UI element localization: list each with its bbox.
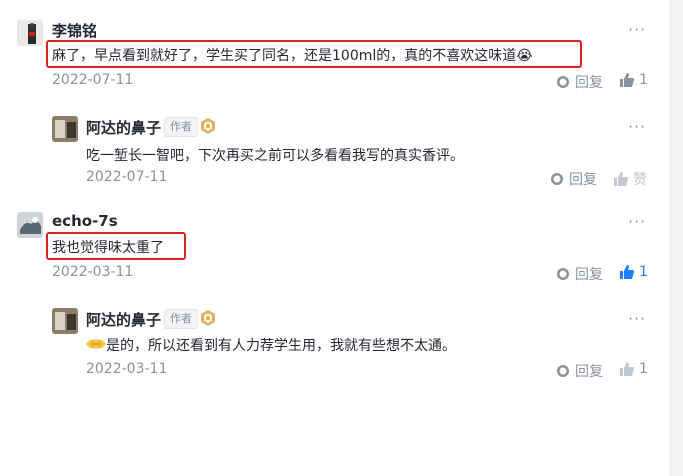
comment-author[interactable]: echo-7s <box>52 212 118 230</box>
avatar[interactable] <box>17 20 43 46</box>
reply-button[interactable]: 回复 <box>556 361 603 381</box>
reply-date: 2022-03-11 <box>86 361 168 377</box>
avatar-image-icon <box>17 20 43 46</box>
scrollbar-track[interactable] <box>669 0 683 476</box>
comment-author[interactable]: 李锦铭 <box>52 20 97 41</box>
comment-date: 2022-07-11 <box>52 72 134 88</box>
like-count: 1 <box>639 361 648 377</box>
comment-bubble-icon <box>557 268 569 280</box>
avatar[interactable] <box>52 308 78 334</box>
like-button[interactable]: 1 <box>620 361 648 377</box>
more-options-icon[interactable]: ··· <box>628 20 646 39</box>
thumbs-up-icon <box>620 73 634 87</box>
reply-date: 2022-07-11 <box>86 169 168 185</box>
more-options-icon[interactable]: ··· <box>628 117 646 136</box>
avatar-image-icon <box>52 308 78 334</box>
reply-label: 回复 <box>575 267 603 283</box>
like-label: 赞 <box>633 172 647 188</box>
author-tag: 作者 <box>164 117 198 137</box>
more-options-icon[interactable]: ··· <box>628 212 646 231</box>
like-button[interactable]: 1 <box>620 264 648 280</box>
comment-bubble-icon <box>557 365 569 377</box>
like-count: 1 <box>639 264 648 280</box>
reply-label: 回复 <box>575 364 603 380</box>
reply-button[interactable]: 回复 <box>550 169 597 189</box>
reply-text: 是的，所以还看到有人力荐学生用，我就有些想不太通。 <box>106 338 456 354</box>
like-count: 1 <box>639 72 648 88</box>
reply-label: 回复 <box>569 172 597 188</box>
handshake-emoji-icon <box>86 339 106 349</box>
avatar-image-icon <box>52 116 78 142</box>
reply-button[interactable]: 回复 <box>556 264 603 284</box>
level-badge-icon <box>201 118 215 134</box>
more-options-icon[interactable]: ··· <box>628 309 646 328</box>
comment-bubble-icon <box>557 76 569 88</box>
reply-label: 回复 <box>575 75 603 91</box>
comment-text: 麻了，早点看到就好了，学生买了同名，还是100ml的，真的不喜欢这味道😭 <box>52 48 533 64</box>
comment-date: 2022-03-11 <box>52 264 134 280</box>
comment-text: 我也觉得味太重了 <box>52 240 164 256</box>
author-tag: 作者 <box>164 309 198 329</box>
comment-bubble-icon <box>551 173 563 185</box>
avatar-image-icon <box>17 212 43 238</box>
thumbs-up-icon <box>620 265 634 279</box>
reply-author[interactable]: 阿达的鼻子 <box>86 309 161 330</box>
thumbs-up-icon <box>620 362 634 376</box>
reply-text: 吃一堑长一智吧，下次再买之前可以多看看我写的真实香评。 <box>86 148 464 164</box>
like-button[interactable]: 1 <box>620 72 648 88</box>
avatar[interactable] <box>17 212 43 238</box>
reply-author[interactable]: 阿达的鼻子 <box>86 117 161 138</box>
level-badge-icon <box>201 310 215 326</box>
like-button[interactable]: 赞 <box>614 169 647 189</box>
avatar[interactable] <box>52 116 78 142</box>
thumbs-up-icon <box>614 172 628 186</box>
reply-button[interactable]: 回复 <box>556 72 603 92</box>
